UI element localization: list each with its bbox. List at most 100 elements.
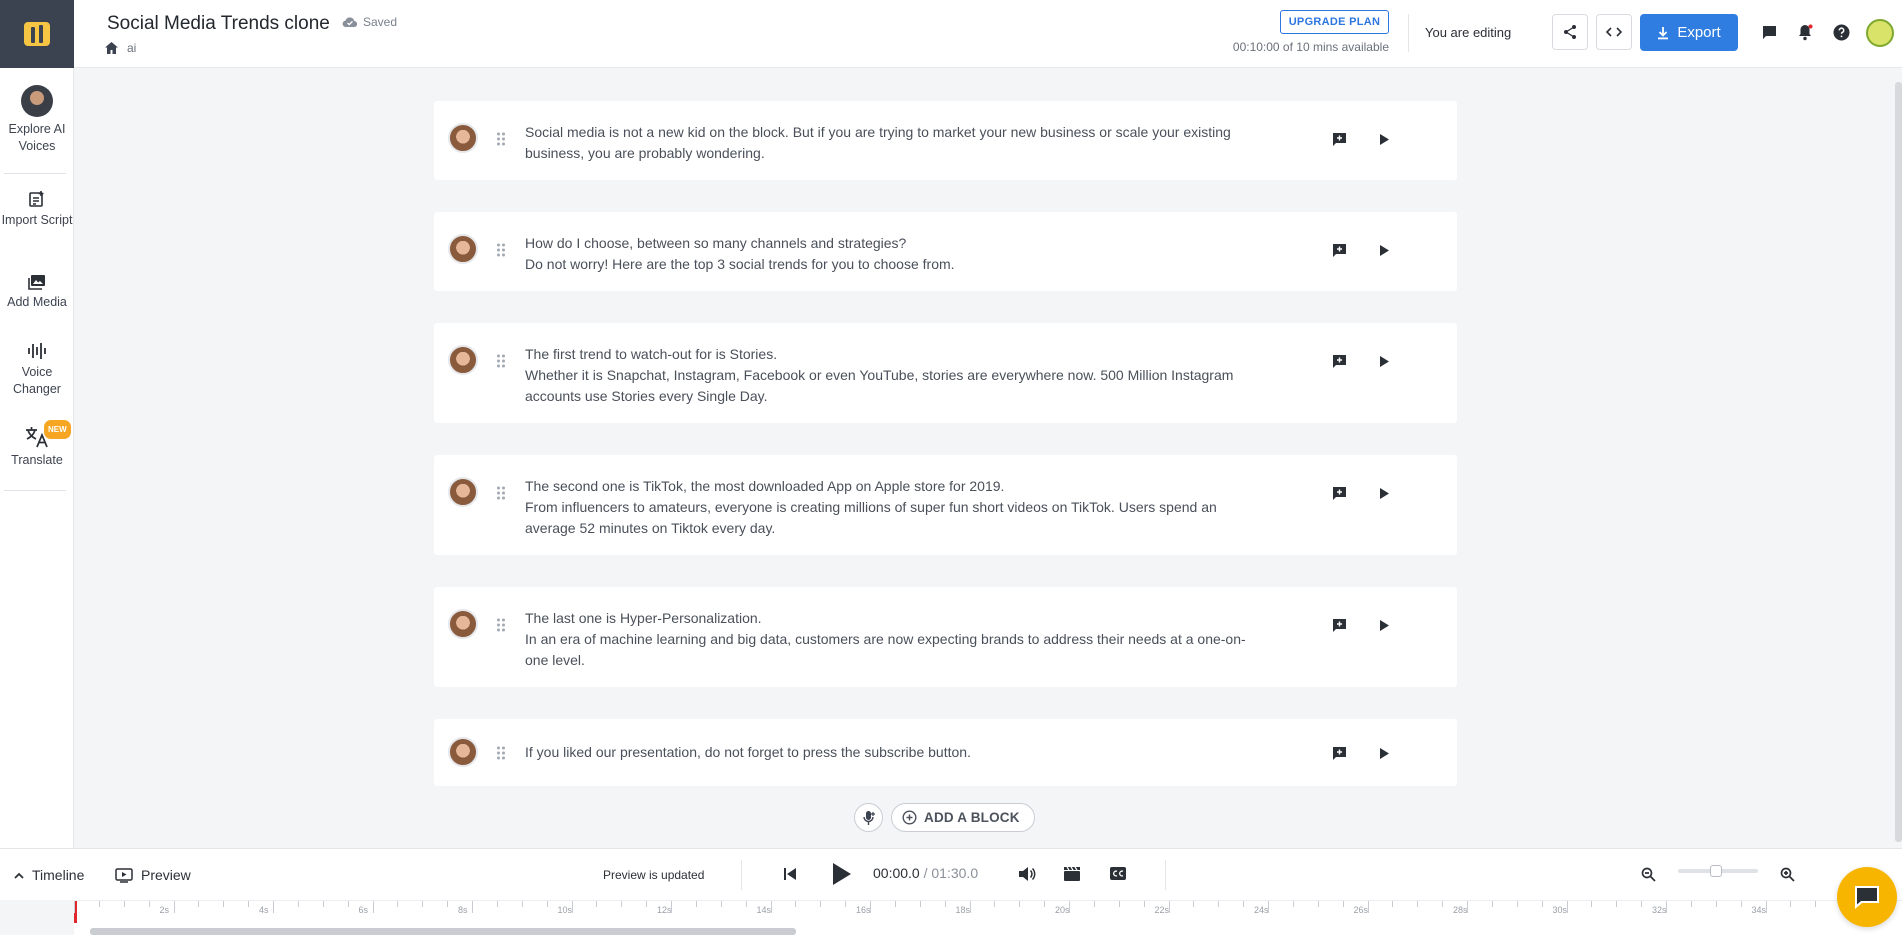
block-text[interactable]: If you liked our presentation, do not fo… (525, 742, 1285, 763)
play-block-icon[interactable] (1378, 244, 1390, 257)
comments-button[interactable] (1759, 22, 1779, 42)
vertical-scrollbar[interactable] (1895, 82, 1902, 842)
sidebar-item-voice-changer[interactable]: Voice Changer (0, 342, 74, 398)
ruler-minor-tick (845, 901, 847, 907)
ruler-minor-tick (148, 901, 150, 907)
header-divider (1408, 14, 1409, 52)
timeline-scrollbar[interactable] (90, 928, 796, 935)
ruler-minor-tick (1516, 901, 1518, 907)
project-title[interactable]: Social Media Trends clone (107, 13, 330, 35)
play-icon[interactable] (830, 862, 852, 886)
app-logo[interactable] (0, 0, 74, 68)
block-text[interactable]: The last one is Hyper-Personalization. I… (525, 608, 1285, 671)
add-comment-icon[interactable] (1332, 746, 1347, 761)
block-line: Social media is not a new kid on the blo… (525, 124, 1231, 140)
zoom-slider[interactable] (1678, 865, 1758, 877)
bottom-divider (1165, 860, 1166, 890)
block-line: Do not worry! Here are the top 3 social … (525, 256, 955, 272)
timeline-ruler[interactable]: 2s 4s 6s 8s 10s 12s 14s 16s 18s 20s 22s 24s 26s 28s 30… (74, 900, 1902, 935)
ruler-tick (1467, 901, 1468, 913)
play-block-icon[interactable] (1378, 487, 1390, 500)
voice-avatar[interactable] (448, 123, 478, 153)
script-block[interactable]: If you liked our presentation, do not fo… (434, 719, 1457, 786)
waveform-icon (28, 343, 46, 359)
add-comment-icon[interactable] (1332, 618, 1347, 633)
zoom-slider-handle[interactable] (1710, 865, 1722, 877)
add-comment-icon[interactable] (1332, 243, 1347, 258)
voice-avatar[interactable] (448, 609, 478, 639)
timeline-toggle[interactable]: Timeline (14, 867, 84, 883)
block-line: Whether it is Snapchat, Instagram, Faceb… (525, 367, 1234, 383)
voice-avatar[interactable] (448, 477, 478, 507)
script-block[interactable]: How do I choose, between so many channel… (434, 212, 1457, 291)
drag-handle-icon[interactable] (496, 354, 506, 368)
help-button[interactable] (1831, 22, 1851, 42)
voice-avatar[interactable] (448, 234, 478, 264)
record-voice-button[interactable] (854, 803, 883, 832)
ruler-label: 18s (955, 905, 971, 915)
script-block[interactable]: Social media is not a new kid on the blo… (434, 101, 1457, 180)
ruler-label: 28s (1453, 905, 1468, 915)
sidebar-item-explore-voices[interactable]: Explore AI Voices (0, 85, 74, 155)
play-block-icon[interactable] (1378, 133, 1390, 146)
drag-handle-icon[interactable] (496, 486, 506, 500)
play-block-icon[interactable] (1378, 619, 1390, 632)
drag-handle-icon[interactable] (496, 243, 506, 257)
ruler-minor-tick (1491, 901, 1493, 907)
block-text[interactable]: How do I choose, between so many channel… (525, 233, 1285, 275)
clapperboard-icon[interactable] (1063, 866, 1081, 882)
drag-handle-icon[interactable] (496, 618, 506, 632)
share-button[interactable] (1552, 14, 1588, 50)
ruler-minor-tick (596, 901, 598, 907)
drag-handle-icon[interactable] (496, 132, 506, 146)
embed-code-button[interactable] (1596, 14, 1632, 50)
block-text[interactable]: The second one is TikTok, the most downl… (525, 476, 1285, 539)
block-text[interactable]: Social media is not a new kid on the blo… (525, 122, 1285, 164)
ruler-minor-tick (98, 901, 100, 907)
ruler-minor-tick (1690, 901, 1692, 907)
script-block[interactable]: The last one is Hyper-Personalization. I… (434, 587, 1457, 687)
support-chat-button[interactable] (1837, 867, 1897, 927)
save-status: Saved (342, 15, 397, 29)
ruler-label: 32s (1652, 905, 1667, 915)
ruler-tick (1069, 901, 1070, 913)
home-icon[interactable] (104, 41, 119, 55)
play-block-icon[interactable] (1378, 355, 1390, 368)
add-block-row: ADD A BLOCK (854, 803, 1035, 832)
sidebar-item-add-media[interactable]: Add Media (0, 274, 74, 311)
zoom-in-icon[interactable] (1780, 867, 1795, 882)
ruler-tick (372, 901, 374, 913)
script-block[interactable]: The first trend to watch-out for is Stor… (434, 323, 1457, 423)
captions-icon[interactable] (1109, 866, 1127, 881)
sidebar-item-import-script[interactable]: Import Script (0, 190, 74, 229)
ruler-label: 20s (1055, 905, 1070, 915)
block-text[interactable]: The first trend to watch-out for is Stor… (525, 344, 1285, 407)
block-line: average 52 minutes on Tiktok every day. (525, 520, 776, 536)
play-block-icon[interactable] (1378, 747, 1390, 760)
sidebar-item-translate[interactable]: NEW Translate (0, 420, 74, 469)
help-icon (1833, 24, 1849, 40)
breadcrumb-folder[interactable]: ai (127, 41, 136, 55)
voice-avatar[interactable] (448, 737, 478, 767)
block-line: The first trend to watch-out for is Stor… (525, 346, 778, 362)
export-button[interactable]: Export (1640, 14, 1738, 51)
drag-handle-icon[interactable] (496, 746, 506, 760)
voice-avatar[interactable] (448, 345, 478, 375)
notifications-button[interactable] (1795, 22, 1815, 42)
add-comment-icon[interactable] (1332, 486, 1347, 501)
user-avatar[interactable] (1866, 19, 1894, 47)
ruler-minor-tick (1591, 901, 1593, 907)
add-block-button[interactable]: ADD A BLOCK (891, 803, 1035, 832)
add-comment-icon[interactable] (1332, 354, 1347, 369)
preview-button[interactable]: Preview (115, 867, 191, 883)
ruler-tick (770, 901, 772, 913)
block-line: In an era of machine learning and big da… (525, 631, 1246, 647)
upgrade-plan-button[interactable]: UPGRADE PLAN (1280, 10, 1389, 34)
script-block[interactable]: The second one is TikTok, the most downl… (434, 455, 1457, 555)
skip-back-icon[interactable] (783, 867, 797, 881)
ruler-label: 30s (1552, 905, 1568, 915)
ruler-minor-tick (1715, 901, 1717, 907)
zoom-out-icon[interactable] (1641, 867, 1656, 882)
volume-icon[interactable] (1018, 866, 1036, 882)
add-comment-icon[interactable] (1332, 132, 1347, 147)
